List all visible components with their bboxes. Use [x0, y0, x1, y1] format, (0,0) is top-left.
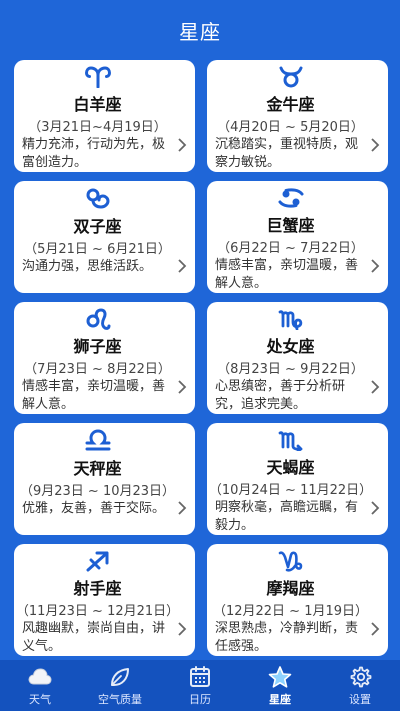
zodiac-card-leo[interactable]: 狮子座 （7月23日 ~ 8月22日） 情感丰富，亲切温暖，善解人意。 [14, 302, 195, 414]
libra-icon [83, 427, 113, 453]
zodiac-card-virgo[interactable]: 处女座 （8月23日 ~ 9月22日） 心思缜密，善于分析研究，追求完美。 [207, 302, 388, 414]
zodiac-card-cancer[interactable]: 巨蟹座 （6月22日 ~ 7月22日） 情感丰富，亲切温暖，善解人意。 [207, 181, 388, 293]
gear-icon [350, 666, 372, 687]
tab-label: 星座 [269, 692, 291, 706]
zodiac-description: 明察秋毫，高瞻远瞩，有毅力。 [215, 500, 359, 533]
zodiac-description: 沉稳踏实，重视特质，观察力敏锐。 [215, 137, 359, 170]
zodiac-description: 情感丰富，亲切温暖，善解人意。 [215, 258, 359, 291]
zodiac-dates: （8月23日 ~ 9月22日） [217, 362, 364, 377]
zodiac-dates: （7月23日 ~ 8月22日） [24, 362, 171, 377]
zodiac-description: 沟通力强，思维活跃。 [22, 259, 153, 274]
tab-label: 设置 [349, 692, 371, 706]
scorpio-icon [276, 427, 306, 452]
tab-label: 空气质量 [98, 692, 142, 706]
sagittarius-icon [83, 548, 113, 573]
leaf-icon [111, 667, 129, 686]
zodiac-description: 心思缜密，善于分析研究，追求完美。 [215, 379, 346, 412]
tab-air-quality[interactable]: 空气质量 [80, 660, 160, 711]
page-title: 星座 [179, 19, 221, 44]
zodiac-card-scorpio[interactable]: 天蝎座 （10月24日 ~ 11月22日） 明察秋毫，高瞻远瞩，有毅力。 [207, 423, 388, 535]
zodiac-description: 精力充沛，行动为先，极富创造力。 [22, 137, 166, 170]
zodiac-description: 深思熟虑，冷静判断，责任感强。 [215, 621, 359, 654]
tab-weather[interactable]: 天气 [0, 660, 80, 711]
zodiac-name: 天蝎座 [266, 458, 315, 477]
zodiac-dates: （4月20日 ~ 5月20日） [217, 120, 364, 135]
zodiac-card-aries[interactable]: 白羊座 （3月21日~4月19日） 精力充沛，行动为先，极富创造力。 [14, 60, 195, 172]
zodiac-name: 摩羯座 [266, 579, 315, 598]
zodiac-grid: 白羊座 （3月21日~4月19日） 精力充沛，行动为先，极富创造力。 金牛座 （… [14, 60, 388, 656]
zodiac-dates: （3月21日~4月19日） [28, 120, 167, 135]
chevron-right-icon [178, 138, 187, 152]
zodiac-dates: （9月23日 ~ 10月23日） [19, 484, 176, 499]
tab-calendar[interactable]: 日历 [160, 660, 240, 711]
header-bar: 星座 [0, 0, 400, 60]
zodiac-description: 情感丰富，亲切温暖，善解人意。 [22, 379, 166, 412]
zodiac-name: 天秤座 [73, 459, 122, 478]
zodiac-name: 狮子座 [73, 337, 122, 356]
taurus-icon [276, 64, 306, 89]
calendar-icon [190, 665, 210, 687]
chevron-right-icon [371, 501, 380, 515]
zodiac-dates: （10月24日 ~ 11月22日） [208, 483, 373, 498]
chevron-right-icon [371, 138, 380, 152]
zodiac-dates: （6月22日 ~ 7月22日） [217, 241, 364, 256]
chevron-right-icon [178, 259, 187, 273]
zodiac-name: 金牛座 [266, 95, 315, 114]
bottom-tab-bar: 天气 空气质量 日历 星座 设置 [0, 660, 400, 711]
tab-label: 天气 [29, 692, 51, 706]
tab-zodiac[interactable]: 星座 [240, 660, 320, 711]
zodiac-name: 双子座 [73, 217, 122, 236]
chevron-right-icon [178, 501, 187, 515]
tab-label: 日历 [189, 692, 211, 706]
tab-settings[interactable]: 设置 [320, 660, 400, 711]
chevron-right-icon [371, 622, 380, 636]
virgo-icon [276, 306, 306, 331]
chevron-right-icon [371, 380, 380, 394]
aries-icon [83, 64, 113, 89]
zodiac-name: 处女座 [266, 337, 315, 356]
zodiac-name: 射手座 [73, 579, 122, 598]
star-icon [268, 665, 292, 688]
cancer-icon [276, 185, 306, 210]
zodiac-description: 优雅，友善，善于交际。 [22, 501, 166, 516]
zodiac-dates: （11月23日 ~ 12月21日） [15, 604, 180, 619]
zodiac-dates: （5月21日 ~ 6月21日） [24, 242, 171, 257]
zodiac-card-taurus[interactable]: 金牛座 （4月20日 ~ 5月20日） 沉稳踏实，重视特质，观察力敏锐。 [207, 60, 388, 172]
zodiac-description: 风趣幽默，崇尚自由，讲义气。 [22, 621, 166, 654]
capricorn-icon [276, 548, 306, 573]
chevron-right-icon [178, 622, 187, 636]
zodiac-card-gemini[interactable]: 双子座 （5月21日 ~ 6月21日） 沟通力强，思维活跃。 [14, 181, 195, 293]
zodiac-name: 白羊座 [73, 95, 122, 114]
zodiac-card-sagittarius[interactable]: 射手座 （11月23日 ~ 12月21日） 风趣幽默，崇尚自由，讲义气。 [14, 544, 195, 656]
chevron-right-icon [178, 380, 187, 394]
chevron-right-icon [371, 259, 380, 273]
cloud-icon [28, 667, 52, 684]
zodiac-dates: （12月22日 ~ 1月19日） [212, 604, 369, 619]
zodiac-card-capricorn[interactable]: 摩羯座 （12月22日 ~ 1月19日） 深思熟虑，冷静判断，责任感强。 [207, 544, 388, 656]
gemini-icon [83, 185, 113, 211]
leo-icon [83, 306, 113, 331]
zodiac-card-libra[interactable]: 天秤座 （9月23日 ~ 10月23日） 优雅，友善，善于交际。 [14, 423, 195, 535]
zodiac-name: 巨蟹座 [266, 216, 315, 235]
